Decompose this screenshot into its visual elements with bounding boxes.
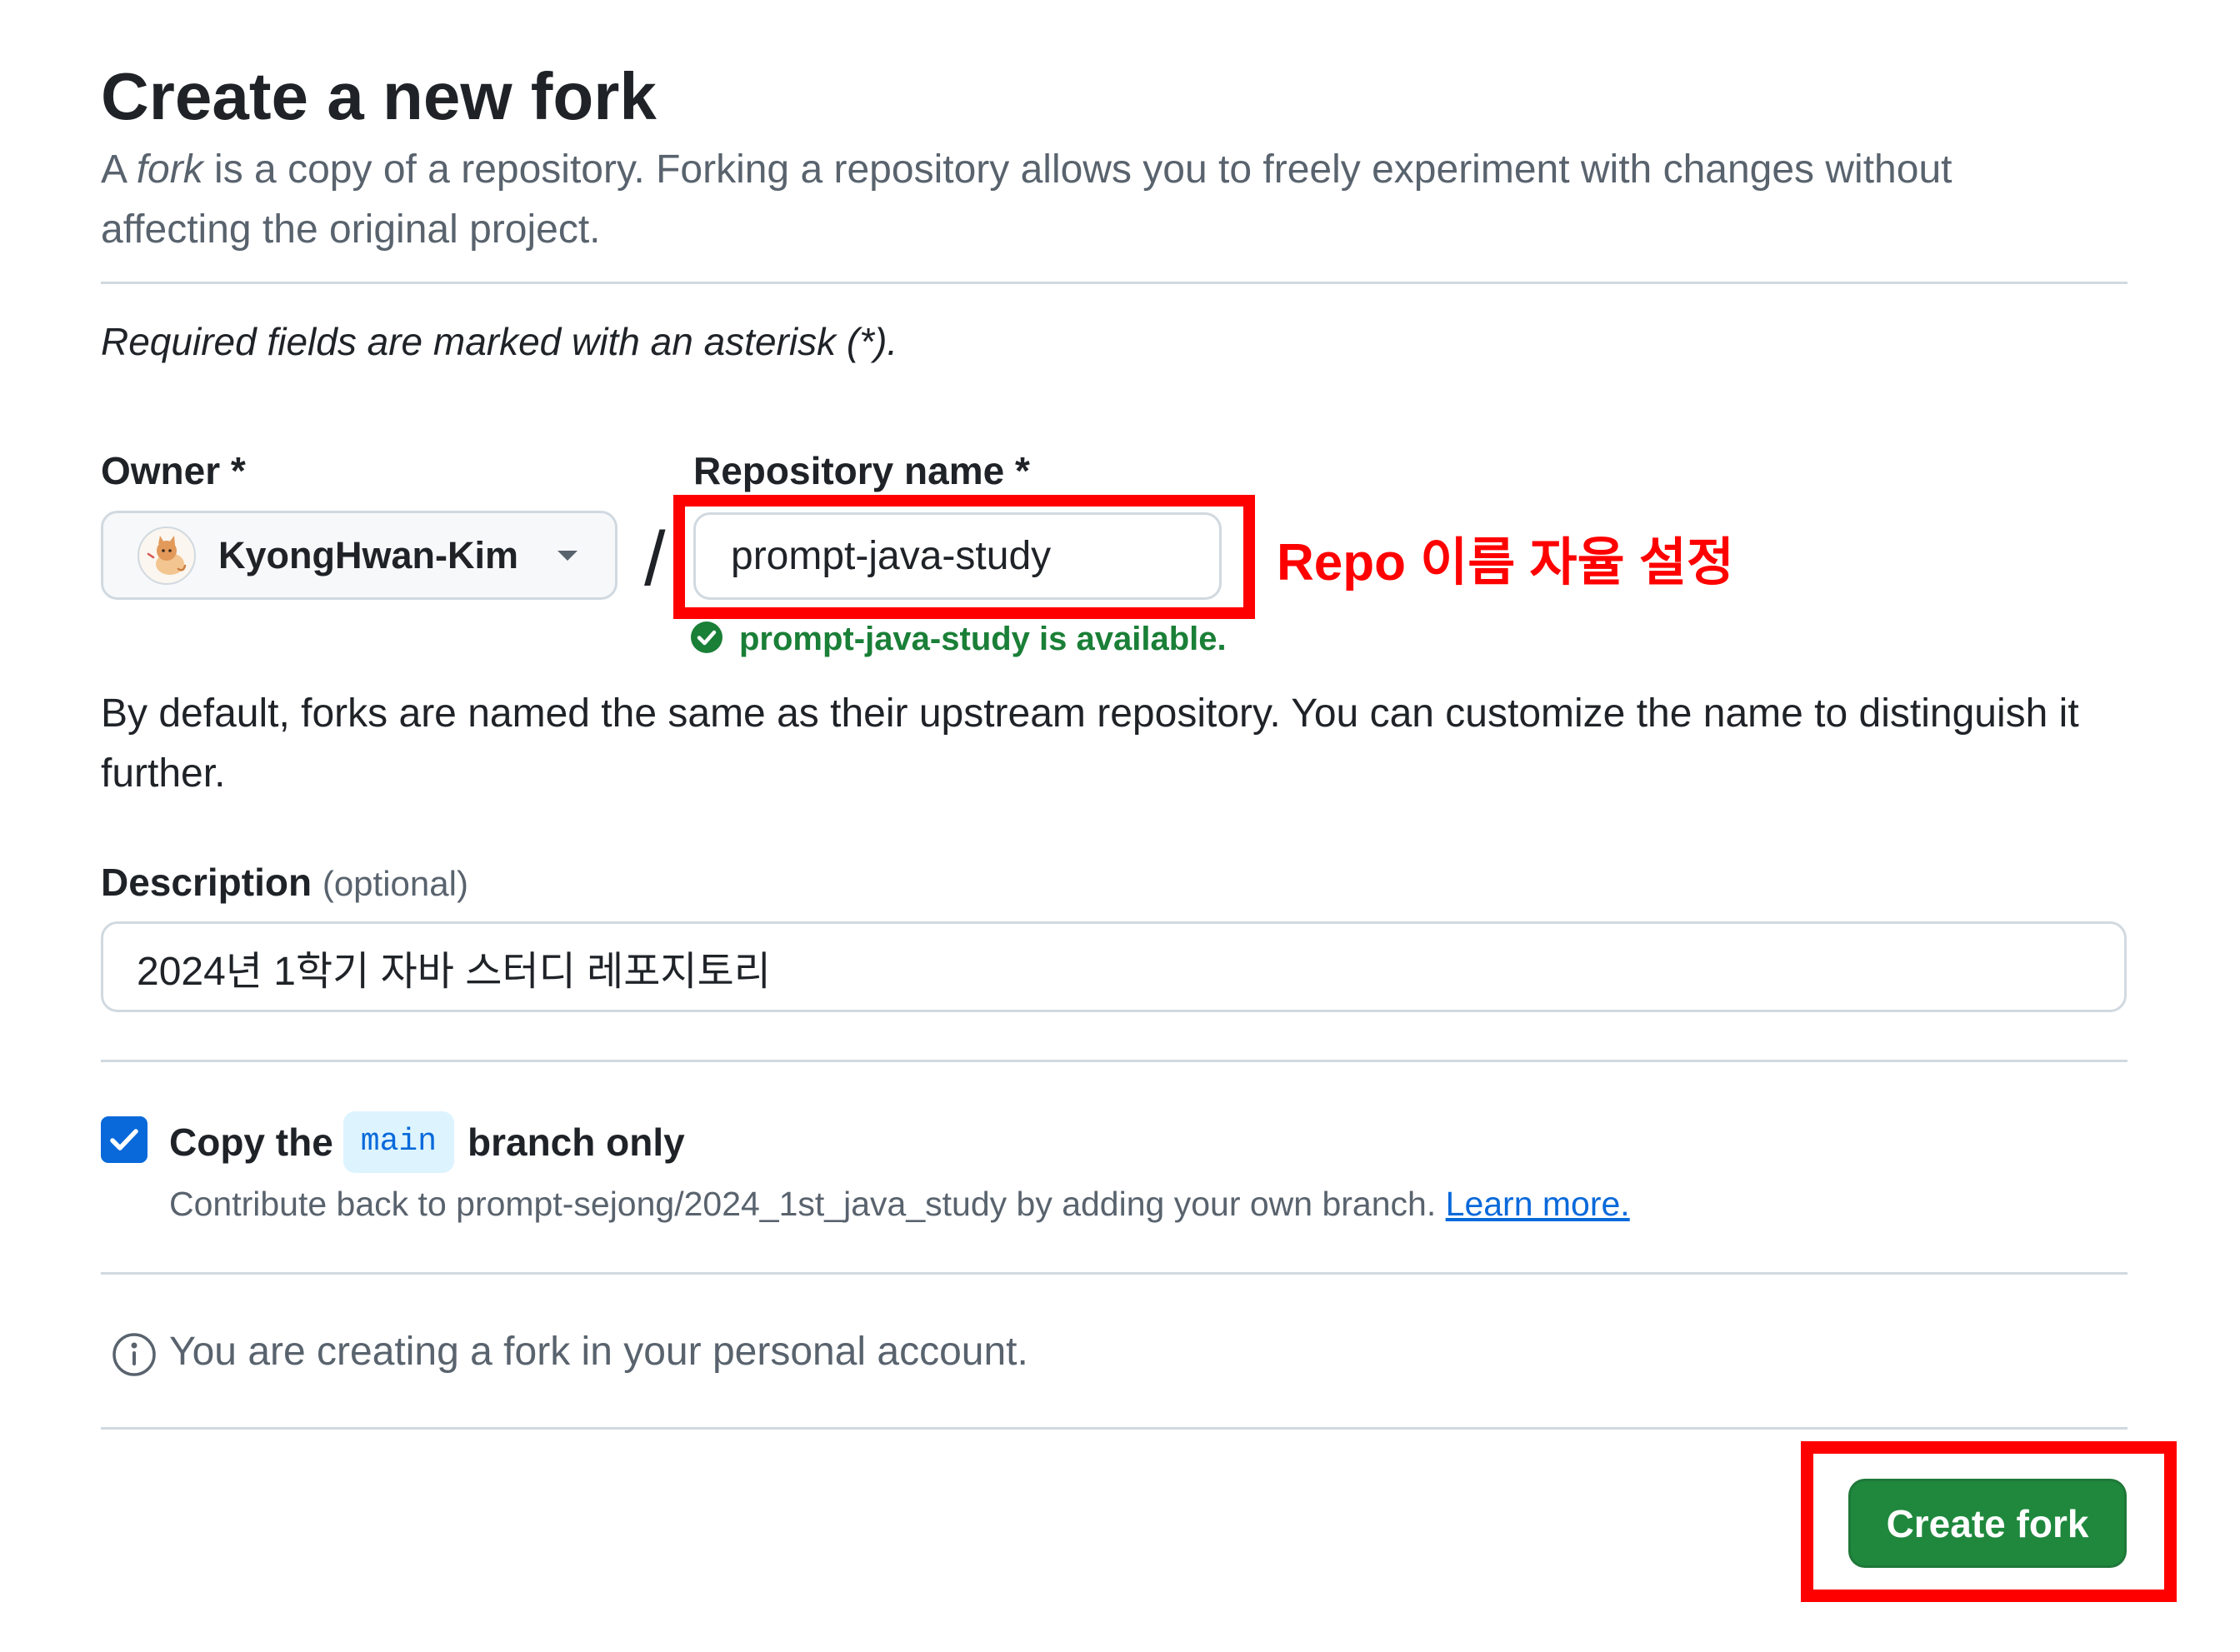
page-title: Create a new fork (101, 59, 657, 133)
section-divider (101, 282, 2128, 284)
info-icon (112, 1333, 156, 1376)
caption-text: Contribute back to prompt-sejong/2024_1s… (169, 1185, 1437, 1223)
owner-name: KyongHwan-Kim (218, 533, 518, 576)
repository-name-input[interactable] (693, 512, 1222, 600)
fork-name-hint: By default, forks are named the same as … (101, 691, 2079, 796)
copy-main-branch-label[interactable]: Copy the main branch only (169, 1111, 685, 1173)
copy-label-text: Copy the (169, 1120, 333, 1164)
owner-avatar (138, 526, 196, 585)
intro-text: is a copy of a repository. Forking a rep… (101, 147, 1952, 252)
section-divider (101, 1272, 2128, 1275)
section-divider (101, 1060, 2128, 1062)
copy-label-text: branch only (468, 1120, 685, 1164)
checkmark-icon (110, 1129, 138, 1150)
optional-tag: (optional) (322, 864, 468, 903)
owner-select-button[interactable]: KyongHwan-Kim (101, 511, 618, 600)
description-label: Description (optional) (101, 853, 468, 913)
intro-emphasis: fork (136, 147, 203, 192)
learn-more-link[interactable]: Learn more. (1446, 1185, 1630, 1223)
branch-name-code: main (342, 1111, 454, 1173)
copy-main-branch-checkbox[interactable] (101, 1116, 148, 1163)
create-fork-button[interactable]: Create fork (1848, 1479, 2127, 1568)
page-intro: A fork is a copy of a repository. Forkin… (101, 140, 2034, 260)
intro-text: A (101, 147, 137, 192)
repository-name-availability: prompt-java-study is available. (739, 621, 1227, 657)
fork-form: Create a new fork A fork is a copy of a … (0, 0, 2240, 1652)
annotation-label: Repo 이름 자율 설정 (1277, 534, 1734, 591)
copy-main-branch-caption: Contribute back to prompt-sejong/2024_1s… (169, 1178, 1630, 1230)
section-divider (101, 1427, 2128, 1430)
description-input[interactable] (101, 921, 2127, 1012)
description-label-text: Description (101, 861, 312, 904)
owner-label: Owner * (101, 449, 246, 492)
required-fields-note: Required fields are marked with an aster… (101, 320, 898, 363)
repository-name-label: Repository name * (693, 449, 1030, 492)
caret-down-icon (558, 550, 578, 561)
check-circle-icon (691, 621, 722, 653)
owner-repo-separator: / (644, 517, 666, 601)
personal-account-note: You are creating a fork in your personal… (169, 1330, 1028, 1374)
